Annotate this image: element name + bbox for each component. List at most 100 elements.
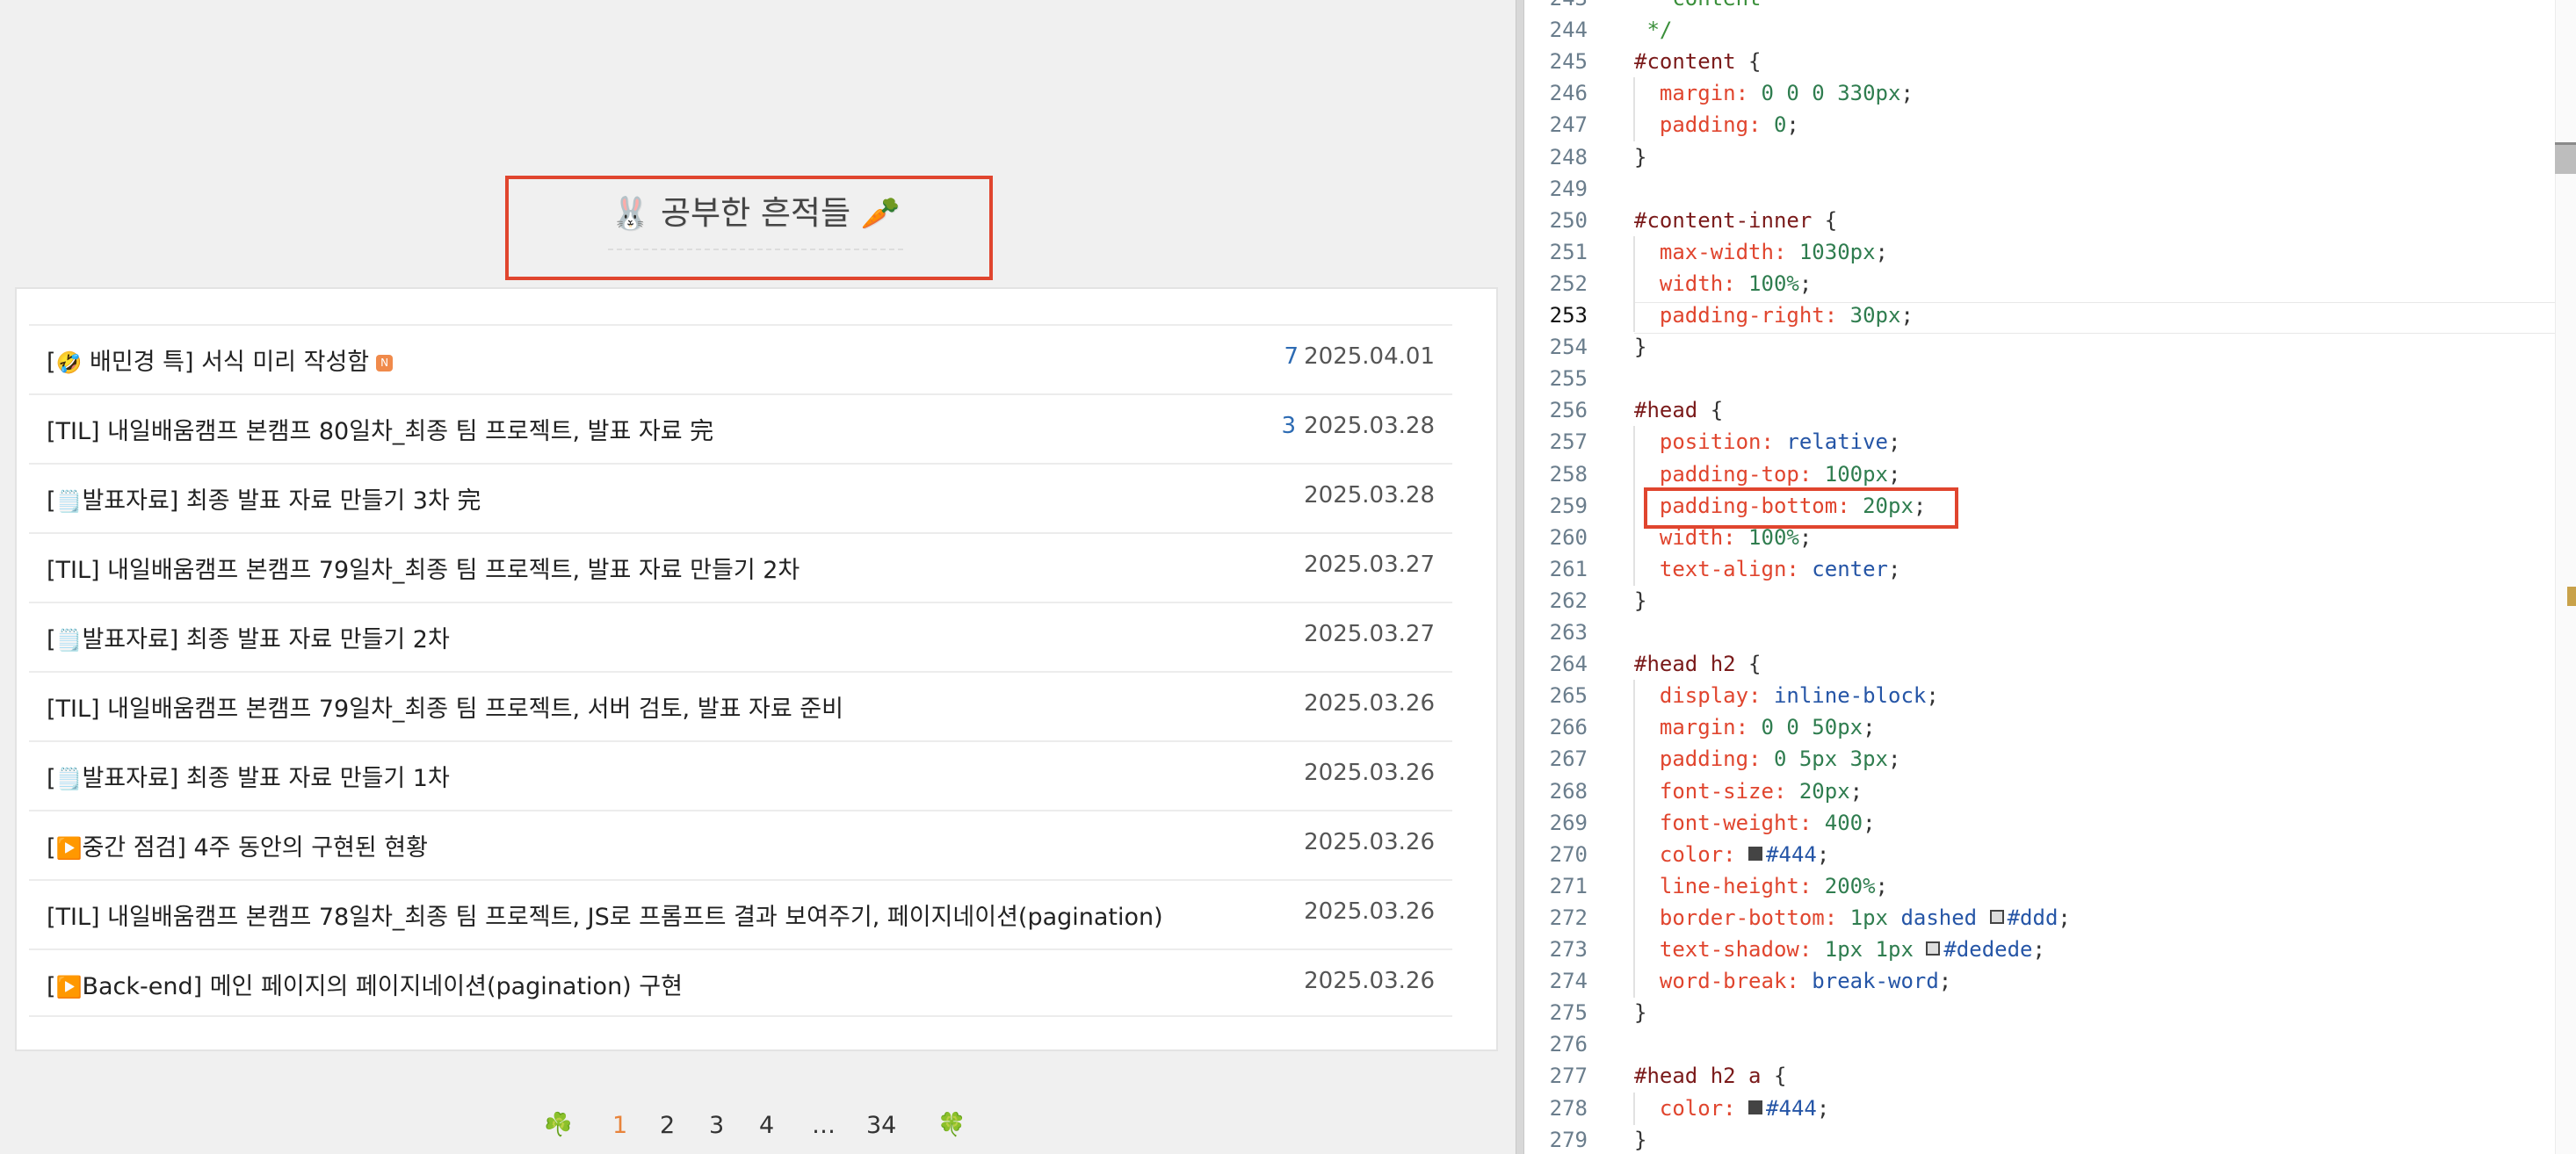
- post-title-text: 발표자료] 최종 발표 자료 만들기 1차: [82, 765, 450, 792]
- code-line[interactable]: word-break: break-word;: [1634, 965, 1951, 997]
- code-token: }: [1634, 1128, 1647, 1152]
- code-token: ;: [1786, 112, 1799, 137]
- post-title-text: [TIL] 내일배움캠프 본캠프 79일차_최종 팀 프로젝트, 서버 검토, …: [47, 696, 843, 723]
- code-line[interactable]: font-weight: 400;: [1634, 807, 1876, 839]
- code-line[interactable]: padding: 0 5px 3px;: [1634, 743, 1901, 775]
- code-token: 200%: [1824, 874, 1876, 898]
- code-line[interactable]: text-align: center;: [1634, 553, 1901, 585]
- code-line[interactable]: */: [1634, 14, 1672, 46]
- post-row[interactable]: [▶️Back-end] 메인 페이지의 페이지네이션(pagination) …: [29, 948, 1452, 1017]
- pane-divider[interactable]: [1516, 0, 1524, 1154]
- post-title-link[interactable]: [▶️중간 점검] 4주 동안의 구현된 현황: [47, 828, 428, 862]
- page-link-34[interactable]: 34: [866, 1112, 896, 1139]
- post-date: 2025.03.26: [1304, 829, 1435, 855]
- code-token: ;: [1849, 779, 1863, 804]
- post-title-link[interactable]: [TIL] 내일배움캠프 본캠프 78일차_최종 팀 프로젝트, JS로 프롬프…: [47, 898, 1163, 932]
- blog-heading-text: 공부한 흔적들: [660, 194, 850, 232]
- code-line[interactable]: padding-top: 100px;: [1634, 458, 1901, 490]
- code-token: ;: [1798, 525, 1813, 550]
- code-token: 30px: [1849, 303, 1901, 328]
- code-line[interactable]: margin: 0 0 50px;: [1634, 711, 1876, 743]
- post-emoji-icon: 🤣: [55, 350, 83, 375]
- post-title-link[interactable]: [🗒️발표자료] 최종 발표 자료 만들기 3차 完: [47, 481, 481, 516]
- code-line[interactable]: #head {: [1634, 394, 1723, 426]
- code-line[interactable]: width: 100%;: [1634, 268, 1812, 299]
- code-editor[interactable]: 243 * content244 */245#content {246 marg…: [1524, 0, 2576, 1154]
- prev-page-clover-icon[interactable]: ☘️: [544, 1112, 572, 1138]
- code-line[interactable]: }: [1634, 141, 1646, 173]
- heading-dashed-underline: [608, 249, 903, 250]
- post-row[interactable]: [▶️중간 점검] 4주 동안의 구현된 현황 2025.03.26: [29, 810, 1452, 878]
- post-row[interactable]: [🤣 배민경 특] 서식 미리 작성함 N 7 2025.04.01: [29, 324, 1452, 393]
- code-line[interactable]: color: #444;: [1634, 1093, 1829, 1124]
- post-title-link[interactable]: [TIL] 내일배움캠프 본캠프 80일차_최종 팀 프로젝트, 발표 자료 完: [47, 412, 713, 446]
- post-row[interactable]: [🗒️발표자료] 최종 발표 자료 만들기 2차 2025.03.27: [29, 602, 1452, 670]
- code-token: text-shadow:: [1634, 937, 1825, 962]
- code-line[interactable]: * content: [1634, 0, 1761, 14]
- page-link-4[interactable]: 4: [759, 1112, 774, 1139]
- next-page-clover-icon[interactable]: 🍀: [937, 1112, 966, 1138]
- scrollbar-thumb[interactable]: [2555, 142, 2576, 174]
- code-token: margin:: [1634, 81, 1762, 105]
- post-date: 2025.04.01: [1304, 343, 1435, 370]
- code-line[interactable]: display: inline-block;: [1634, 680, 1939, 711]
- post-title-link[interactable]: [▶️Back-end] 메인 페이지의 페이지네이션(pagination) …: [47, 967, 683, 1001]
- code-line[interactable]: text-shadow: 1px 1px #dedede;: [1634, 934, 2045, 965]
- post-row[interactable]: [TIL] 내일배움캠프 본캠프 78일차_최종 팀 프로젝트, JS로 프롬프…: [29, 879, 1452, 948]
- code-line[interactable]: position: relative;: [1634, 426, 1901, 458]
- post-row[interactable]: [🗒️발표자료] 최종 발표 자료 만들기 3차 完 2025.03.28: [29, 463, 1452, 531]
- color-swatch-icon[interactable]: [1926, 941, 1941, 956]
- comment-count[interactable]: 3: [1261, 413, 1296, 439]
- color-swatch-icon[interactable]: [1989, 910, 2004, 924]
- page-link-2[interactable]: 2: [660, 1112, 675, 1139]
- blog-heading[interactable]: 🐰 공부한 흔적들 🥕: [606, 186, 905, 234]
- indent-guide: [1633, 458, 1635, 491]
- line-number: 278: [1549, 1096, 1588, 1121]
- code-line[interactable]: #head h2 {: [1634, 648, 1762, 680]
- code-token: position:: [1634, 429, 1787, 454]
- post-row[interactable]: [TIL] 내일배움캠프 본캠프 79일차_최종 팀 프로젝트, 서버 검토, …: [29, 671, 1452, 739]
- code-line[interactable]: padding: 0;: [1634, 109, 1799, 141]
- code-line[interactable]: }: [1634, 331, 1646, 363]
- page-link-3[interactable]: 3: [709, 1112, 724, 1139]
- code-line[interactable]: #content-inner {: [1634, 205, 1837, 236]
- page-link-1[interactable]: 1: [612, 1112, 627, 1139]
- code-line[interactable]: #head h2 a {: [1634, 1060, 1786, 1092]
- post-title-link[interactable]: [TIL] 내일배움캠프 본캠프 79일차_최종 팀 프로젝트, 발표 자료 만…: [47, 551, 800, 585]
- post-row[interactable]: [🗒️발표자료] 최종 발표 자료 만들기 1차 2025.03.26: [29, 740, 1452, 809]
- post-row[interactable]: [TIL] 내일배움캠프 본캠프 79일차_최종 팀 프로젝트, 발표 자료 만…: [29, 532, 1452, 601]
- code-line[interactable]: }: [1634, 997, 1646, 1028]
- post-title-link[interactable]: [🗒️발표자료] 최종 발표 자료 만들기 2차: [47, 620, 450, 654]
- code-token: #content: [1634, 49, 1736, 74]
- post-date: 2025.03.28: [1304, 482, 1435, 508]
- code-line[interactable]: }: [1634, 1124, 1646, 1154]
- code-token: #444: [1766, 842, 1817, 867]
- line-number: 274: [1549, 969, 1588, 993]
- comment-count[interactable]: 7: [1263, 343, 1299, 370]
- code-token: 100%: [1748, 525, 1799, 550]
- post-title-link[interactable]: [🗒️발표자료] 최종 발표 자료 만들기 1차: [47, 759, 450, 793]
- code-line[interactable]: font-size: 20px;: [1634, 775, 1863, 807]
- line-number: 267: [1549, 746, 1588, 771]
- code-line[interactable]: #content {: [1634, 46, 1762, 77]
- post-row[interactable]: [TIL] 내일배움캠프 본캠프 80일차_최종 팀 프로젝트, 발표 자료 完…: [29, 393, 1452, 462]
- editor-scrollbar[interactable]: [2555, 0, 2576, 1154]
- color-swatch-icon[interactable]: [1748, 847, 1763, 861]
- code-line[interactable]: border-bottom: 1px dashed #ddd;: [1634, 902, 2071, 934]
- color-swatch-icon[interactable]: [1748, 1100, 1763, 1114]
- code-line[interactable]: }: [1634, 585, 1646, 617]
- code-line[interactable]: max-width: 1030px;: [1634, 236, 1888, 268]
- indent-guide: [1633, 553, 1635, 586]
- post-title-link[interactable]: [TIL] 내일배움캠프 본캠프 79일차_최종 팀 프로젝트, 서버 검토, …: [47, 689, 843, 724]
- post-title-text: 배민경 특] 서식 미리 작성함: [82, 349, 370, 376]
- indent-guide: [1633, 268, 1635, 300]
- padding-bottom-highlight-box: [1644, 487, 1958, 529]
- post-title-bracket: [: [47, 834, 56, 862]
- post-title-link[interactable]: [🤣 배민경 특] 서식 미리 작성함 N: [47, 343, 394, 377]
- code-line[interactable]: padding-right: 30px;: [1634, 299, 1914, 331]
- code-line[interactable]: line-height: 200%;: [1634, 870, 1888, 902]
- code-token: inline-block: [1773, 683, 1927, 708]
- code-line[interactable]: margin: 0 0 0 330px;: [1634, 77, 1914, 109]
- code-line[interactable]: color: #444;: [1634, 839, 1829, 870]
- line-number: 251: [1549, 240, 1588, 264]
